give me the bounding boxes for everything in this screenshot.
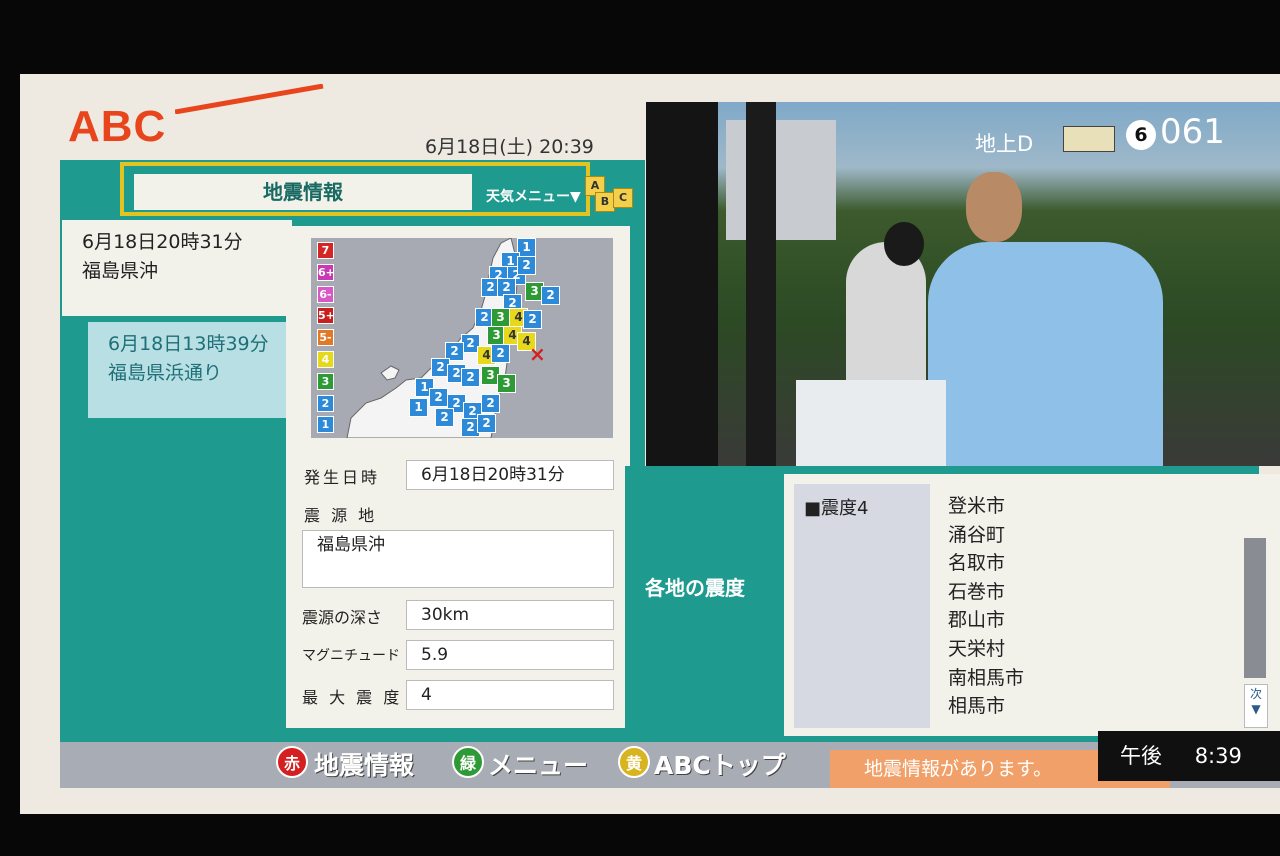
tv-video-feed	[646, 102, 1280, 466]
legend-item: 7	[317, 242, 334, 259]
map-intensity-cell: 1	[409, 398, 428, 417]
epicenter-marker-icon: ×	[529, 342, 546, 366]
epicenter-value: 福島県沖	[302, 530, 614, 588]
legend-item: 4	[317, 351, 334, 368]
next-page-button[interactable]: 次 ▼	[1244, 684, 1268, 728]
abc-logo: ABC	[68, 102, 167, 151]
weather-menu-button[interactable]: 天気メニュー▼	[486, 186, 581, 206]
block-b-icon: B	[595, 192, 615, 212]
map-intensity-cell: 2	[517, 256, 536, 275]
city-item: 登米市	[948, 495, 1006, 517]
occurred-value: 6月18日20時31分	[406, 460, 614, 490]
intensity-heading: 各地の震度	[645, 576, 745, 600]
magnitude-value: 5.9	[406, 640, 614, 670]
clock-time: 8:39	[1194, 744, 1242, 768]
epicenter-label: 震 源 地	[304, 506, 378, 525]
city-item: 涌谷町	[948, 523, 1006, 546]
city-level-column	[794, 484, 930, 728]
man-head-image	[966, 172, 1022, 242]
legend-item: 6+	[317, 263, 335, 281]
broadcast-datetime: 6月18日(土) 20:39	[425, 136, 594, 158]
man-figure-image	[928, 242, 1163, 466]
red-key-icon[interactable]: 赤	[276, 746, 308, 778]
event-region: 福島県沖	[82, 260, 159, 282]
city-scrollbar[interactable]	[1244, 538, 1266, 678]
yellow-key-icon[interactable]: 黄	[618, 746, 650, 778]
max-intensity-label: 最 大 震 度	[302, 688, 403, 707]
building-image	[726, 120, 836, 240]
legend-item: 6-	[317, 285, 334, 303]
next-label: 次	[1249, 687, 1262, 701]
event-item-selected[interactable]: 6月18日20時31分 福島県沖	[62, 220, 292, 316]
legend-item: 2	[317, 394, 334, 412]
block-c-icon: C	[613, 188, 633, 208]
logo-swoosh-icon	[175, 84, 324, 114]
map-intensity-cell: 2	[523, 310, 542, 329]
event-time: 6月18日20時31分	[82, 231, 243, 253]
legend-item: 3	[317, 372, 334, 390]
bs-logo-icon	[1063, 126, 1115, 152]
lamp-post-image	[746, 102, 776, 466]
depth-label: 震源の深さ	[302, 608, 383, 627]
clock-ampm: 午後	[1120, 744, 1162, 768]
city-item: 相馬市	[948, 695, 1006, 718]
channel-button-icon: 6	[1126, 120, 1156, 150]
intensity-level: ■震度4	[804, 498, 869, 519]
city-item: 南相馬市	[948, 666, 1025, 689]
green-key-label[interactable]: メニュー	[488, 746, 588, 782]
triangle-down-icon: ▼	[1251, 702, 1261, 716]
map-intensity-cell: 2	[481, 394, 500, 413]
map-intensity-cell: 2	[491, 344, 510, 363]
panel-title: 地震情報	[134, 174, 472, 210]
city-item: 郡山市	[948, 609, 1006, 632]
weather-blocks-icon: A B C	[585, 176, 637, 216]
magnitude-label: マグニチュード	[302, 648, 400, 664]
city-item: 天栄村	[948, 637, 1006, 660]
city-item: 石巻市	[948, 580, 1006, 603]
legend-item: 5+	[317, 307, 335, 325]
event-time: 6月18日13時39分	[108, 333, 269, 355]
event-region: 福島県浜通り	[108, 362, 223, 384]
laptop-image	[796, 380, 946, 466]
max-intensity-value: 4	[406, 680, 614, 710]
intensity-map: 7 6+ 6- 5+ 5- 4 3 2 1 11222223222342344224222233…	[311, 238, 613, 438]
green-key-icon[interactable]: 緑	[452, 746, 484, 778]
event-item[interactable]: 6月18日13時39分 福島県浜通り	[88, 322, 292, 418]
occurred-label: 発生日時	[304, 468, 381, 487]
legend-item: 5-	[317, 329, 334, 347]
yellow-key-label[interactable]: ABCトップ	[654, 746, 786, 782]
map-intensity-cell: 3	[497, 374, 516, 393]
depth-value: 30km	[406, 600, 614, 630]
red-key-label[interactable]: 地震情報	[314, 746, 414, 782]
clock-overlay: 午後 8:39	[1098, 731, 1280, 781]
city-item: 名取市	[948, 552, 1006, 575]
channel-type: 地上D	[975, 132, 1034, 156]
channel-number: 061	[1160, 112, 1225, 152]
woman-head-image	[884, 222, 924, 266]
map-intensity-cell: 3	[491, 308, 510, 327]
map-intensity-cell: 2	[435, 408, 454, 427]
map-intensity-cell: 2	[477, 414, 496, 433]
map-intensity-cell: 2	[541, 286, 560, 305]
legend-item: 1	[317, 416, 334, 434]
map-intensity-cell: 2	[461, 368, 480, 387]
map-intensity-cell: 2	[429, 388, 448, 407]
city-list: 登米市 涌谷町 名取市 石巻市 郡山市 天栄村 南相馬市 相馬市	[948, 492, 1024, 721]
